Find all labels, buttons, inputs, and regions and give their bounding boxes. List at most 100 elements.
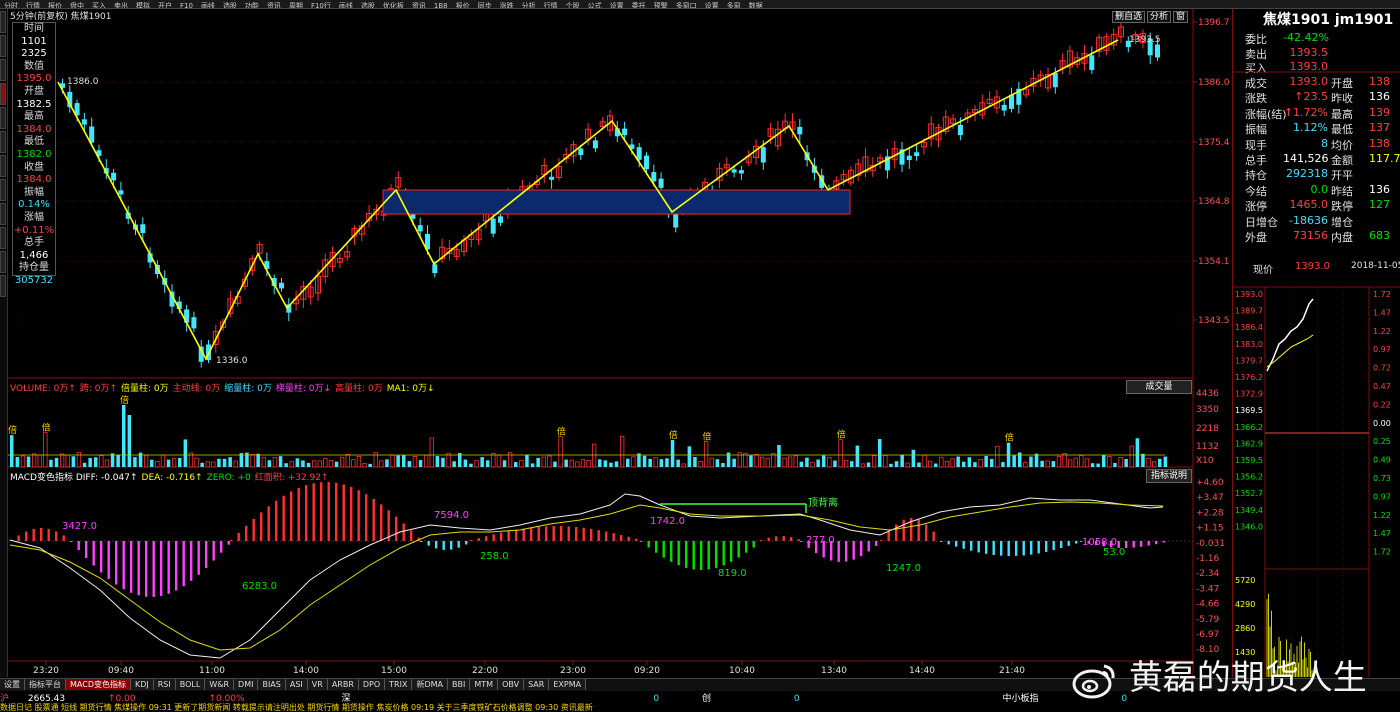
indicator-tab[interactable]: OBV	[498, 679, 525, 690]
macd-histogram-bar	[1037, 541, 1040, 554]
macd-histogram-bar	[560, 526, 563, 541]
macd-histogram-bar	[477, 538, 480, 541]
volume-bar	[721, 463, 725, 467]
indicator-tab[interactable]: 指标平台	[25, 679, 66, 690]
indicator-tab[interactable]: MTM	[470, 679, 499, 690]
indicator-tab[interactable]: MACD变色指标	[66, 679, 131, 690]
volume-bar	[850, 461, 854, 467]
volume-bar	[1040, 460, 1044, 467]
indicator-tab[interactable]: ARBR	[327, 679, 359, 690]
kline-chart-area[interactable]: 1386.0 1336.0 1393.5 倍倍倍倍倍倍倍倍 顶背离 3427.0…	[0, 0, 1232, 678]
indicator-tab[interactable]: BBI	[448, 679, 471, 690]
indicator-tab[interactable]: W&R	[205, 679, 235, 690]
volume-bar	[301, 460, 305, 467]
macd-histogram-bar	[1155, 541, 1158, 545]
sh-index-value: 2665.43	[27, 694, 66, 702]
mini-pct-label: 1.47	[1373, 529, 1391, 538]
macd-histogram-bar	[800, 541, 803, 542]
macd-axis-label: -5.79	[1196, 615, 1220, 625]
volume-indicator-button[interactable]: 成交量	[1126, 380, 1192, 394]
volume-bar	[116, 454, 120, 467]
indicator-tab[interactable]: KDJ	[130, 679, 154, 690]
last-peak-label: 1393.5	[1129, 35, 1161, 45]
mini-axis-label: 4290	[1235, 600, 1255, 609]
mini-pct-label: 1.72	[1373, 290, 1391, 299]
macd-histogram-bar	[612, 533, 615, 541]
volume-bar	[127, 415, 132, 467]
indicator-tab[interactable]: BIAS	[258, 679, 286, 690]
macd-histogram-bar	[267, 506, 270, 541]
chart-control-button[interactable]: 窗	[1173, 11, 1189, 23]
news-ticker[interactable]: 数据日记 股票通 短线 期货行情 焦煤操作 09:31 更新了期货新闻 转载提示…	[0, 702, 1400, 712]
macd-histogram-bar	[620, 534, 623, 541]
macd-histogram-bar	[237, 532, 240, 541]
macd-histogram-bar	[767, 537, 770, 541]
chart-control-button[interactable]: 删自选	[1112, 11, 1146, 23]
volume-marker: 倍	[557, 426, 566, 438]
info-box-row: 1101	[21, 35, 47, 47]
volume-bar	[150, 459, 154, 467]
volume-bar	[536, 457, 540, 467]
indicator-tab[interactable]: 新DMA	[412, 679, 449, 690]
macd-histogram-bar	[992, 541, 995, 555]
indicator-tab[interactable]: DMI	[234, 679, 259, 690]
macd-histogram-bar	[970, 541, 973, 551]
volume-bar	[900, 454, 904, 467]
indicator-tab[interactable]: ASI	[285, 679, 308, 690]
macd-histogram-bar	[962, 541, 965, 549]
macd-area-label: 277.0	[806, 535, 835, 546]
macd-histogram-bar	[1125, 541, 1128, 548]
volume-bar	[525, 454, 529, 467]
time-axis-label: 13:40	[821, 666, 847, 676]
macd-histogram-bar	[335, 482, 338, 541]
macd-histogram-bar	[500, 532, 503, 541]
macd-histogram-bar	[245, 525, 248, 541]
macd-histogram-bar	[175, 541, 178, 591]
indicator-tab[interactable]: VR	[307, 679, 328, 690]
macd-histogram-bar	[507, 531, 510, 541]
macd-axis-label: -4.66	[1196, 600, 1220, 610]
macd-histogram-bar	[797, 539, 800, 541]
info-box-row: 收盘	[24, 161, 44, 173]
macd-histogram-bar	[745, 541, 748, 553]
indicator-tab[interactable]: 设置	[0, 679, 25, 690]
candle-body	[658, 178, 664, 188]
candle-body	[738, 170, 744, 174]
macd-histogram-bar	[167, 541, 170, 594]
mini-axis-label: 1356.2	[1235, 473, 1263, 482]
candle-body	[578, 148, 584, 156]
mini-axis-label: 1379.7	[1235, 356, 1263, 365]
volume-bar	[878, 439, 882, 467]
macd-histogram-bar	[282, 495, 285, 541]
macd-histogram-bar	[1140, 541, 1143, 547]
macd-histogram-bar	[597, 530, 600, 541]
volume-bar	[866, 462, 871, 467]
indicator-tab[interactable]: BOLL	[175, 679, 206, 690]
time-axis-label: 15:00	[381, 666, 407, 676]
sz-index-value: 0	[653, 694, 660, 702]
volume-bar	[200, 462, 204, 467]
macd-area-label: 6283.0	[242, 581, 277, 592]
indicator-tab[interactable]: RSI	[153, 679, 176, 690]
indicator-tab[interactable]: DPO	[358, 679, 386, 690]
volume-bar	[441, 457, 445, 467]
indicator-tab[interactable]: SAR	[524, 679, 550, 690]
macd-histogram-bar	[220, 541, 223, 553]
mini-axis-label: 1349.4	[1235, 506, 1263, 515]
macd-area-label: 7594.0	[434, 510, 469, 521]
macd-area-label: 1742.0	[650, 516, 685, 527]
volume-bar	[889, 463, 893, 467]
weibo-watermark: 黄磊的期货人生	[1070, 650, 1367, 700]
mini-axis-label: 1376.2	[1235, 373, 1263, 382]
divergence-label: 顶背离	[808, 496, 838, 509]
chart-control-button[interactable]: 分析	[1147, 11, 1172, 23]
macd-histogram-bar	[402, 523, 405, 541]
indicator-help-button[interactable]: 指标说明	[1146, 469, 1192, 483]
indicator-tab[interactable]: EXPMA	[549, 679, 587, 690]
indicator-tab[interactable]: TRIX	[385, 679, 413, 690]
macd-area-label: 819.0	[718, 568, 747, 579]
time-axis-label: 11:00	[199, 666, 225, 676]
volume-bar	[54, 457, 59, 467]
volume-bar	[956, 456, 960, 467]
macd-histogram-bar	[190, 541, 193, 581]
